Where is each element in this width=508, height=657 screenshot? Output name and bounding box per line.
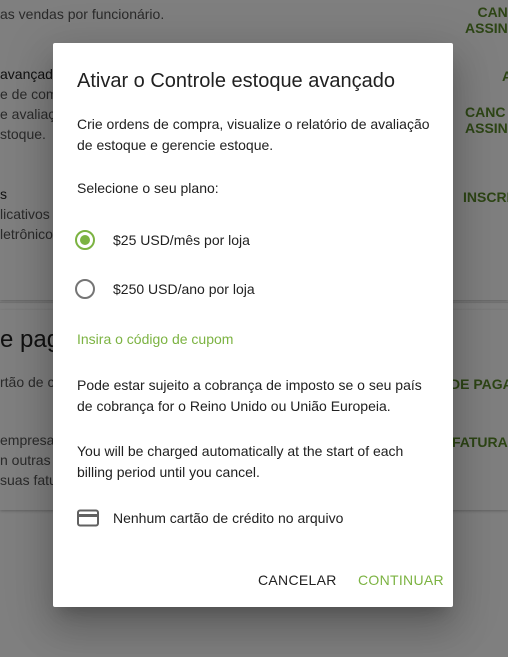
radio-checked-icon[interactable] [75, 230, 95, 250]
activate-plan-dialog: Ativar o Controle estoque avançado Crie … [53, 43, 453, 607]
continue-button[interactable]: CONTINUAR [358, 571, 444, 589]
plan-option-monthly-label: $25 USD/mês por loja [113, 232, 250, 248]
card-status: Nenhum cartão de crédito no arquivo [113, 510, 344, 526]
coupon-code-link[interactable]: Insira o código de cupom [77, 331, 233, 347]
billing-notice: You will be charged automatically at the… [77, 443, 404, 480]
tax-notice: Pode estar sujeito a cobrança de imposto… [77, 377, 422, 414]
plan-option-yearly-label: $250 USD/ano por loja [113, 281, 255, 297]
dialog-title: Ativar o Controle estoque avançado [77, 70, 395, 92]
dialog-description: Crie ordens de compra, visualize o relat… [77, 116, 430, 153]
credit-card-icon [77, 509, 99, 527]
payment-method-row: Nenhum cartão de crédito no arquivo [77, 509, 343, 527]
radio-unchecked-icon[interactable] [75, 279, 95, 299]
plan-prompt: Selecione o seu plano: [77, 180, 219, 196]
plan-option-monthly[interactable]: $25 USD/mês por loja [75, 228, 250, 252]
cancel-button[interactable]: CANCELAR [258, 571, 337, 589]
plan-option-yearly[interactable]: $250 USD/ano por loja [75, 277, 255, 301]
